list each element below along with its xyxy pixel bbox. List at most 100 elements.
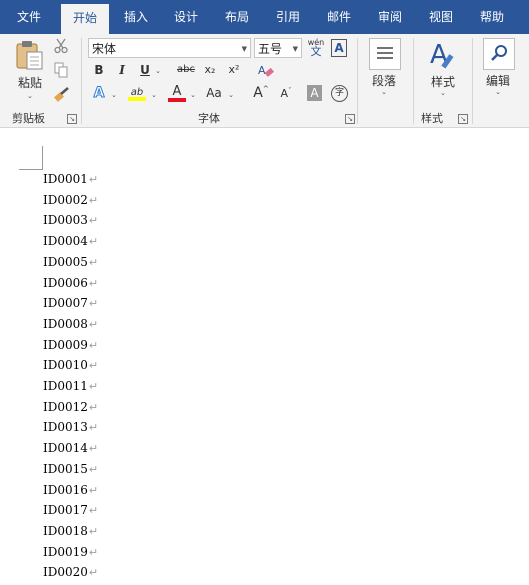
- chevron-down-icon[interactable]: ⌄: [189, 91, 197, 99]
- character-border-button[interactable]: A: [331, 39, 347, 57]
- chevron-down-icon[interactable]: ⌄: [110, 91, 118, 99]
- shrink-font-button[interactable]: Aˇ: [278, 87, 294, 100]
- tab-file[interactable]: 文件: [5, 0, 53, 34]
- document-line[interactable]: ID0001↵: [43, 172, 98, 192]
- superscript-button[interactable]: x²: [226, 63, 242, 76]
- change-case-button[interactable]: Aa: [204, 86, 224, 100]
- document-line[interactable]: ID0006↵: [43, 276, 98, 296]
- document-line[interactable]: ID0009↵: [43, 338, 98, 358]
- eraser-icon: A: [258, 64, 274, 77]
- line-text: ID0002: [43, 192, 88, 207]
- phonetic-guide-button[interactable]: wén 文: [306, 38, 326, 60]
- document-line[interactable]: ID0019↵: [43, 545, 98, 565]
- chevron-down-icon[interactable]: ⌄: [150, 91, 158, 99]
- line-text: ID0014: [43, 441, 88, 456]
- document-line[interactable]: ID0004↵: [43, 234, 98, 254]
- document-line[interactable]: ID0014↵: [43, 441, 98, 461]
- line-text: ID0017: [43, 503, 88, 518]
- line-text: ID0006: [43, 275, 88, 290]
- dialog-launcher-icon[interactable]: ↘: [67, 114, 77, 124]
- text-effects-button[interactable]: A: [91, 85, 107, 102]
- text-highlight-button[interactable]: ab: [128, 84, 146, 102]
- paragraph-mark-icon: ↵: [88, 255, 99, 269]
- dialog-launcher-icon[interactable]: ↘: [458, 114, 468, 124]
- editing-label[interactable]: 编辑: [478, 72, 518, 89]
- tab-layout[interactable]: 布局: [214, 0, 260, 34]
- clear-formatting-button[interactable]: A: [257, 62, 275, 80]
- character-shading-button[interactable]: A: [307, 85, 322, 101]
- grow-font-button[interactable]: A^: [253, 85, 269, 101]
- italic-button[interactable]: I: [115, 63, 129, 77]
- chevron-down-icon[interactable]: ⌄: [492, 88, 504, 96]
- document-line[interactable]: ID0017↵: [43, 503, 98, 523]
- underline-button[interactable]: U: [138, 63, 152, 77]
- copy-button[interactable]: [54, 62, 68, 78]
- tab-help[interactable]: 帮助: [469, 0, 515, 34]
- ribbon-home: 粘贴 ⌄ 剪贴板 ↘ 宋体 ▼ 五号 ▼ wén 文 A B I U ⌄ abc…: [0, 34, 529, 128]
- paragraph-mark-icon: ↵: [88, 400, 99, 414]
- paragraph-mark-icon: ↵: [88, 421, 99, 435]
- group-divider: [81, 38, 82, 124]
- document-line[interactable]: ID0013↵: [43, 420, 98, 440]
- chevron-down-icon[interactable]: ⌄: [24, 92, 36, 100]
- font-size-value: 五号: [258, 42, 283, 56]
- caret-down-icon: ˇ: [288, 87, 292, 95]
- paragraph-mark-icon: ↵: [88, 359, 99, 373]
- line-text: ID0001: [43, 172, 88, 186]
- tab-design[interactable]: 设计: [163, 0, 209, 34]
- document-line[interactable]: ID0015↵: [43, 462, 98, 482]
- styles-button[interactable]: A: [428, 39, 458, 71]
- paragraph-mark-icon: ↵: [88, 193, 99, 207]
- paragraph-button[interactable]: [369, 38, 401, 70]
- document-line[interactable]: ID0020↵: [43, 565, 98, 585]
- document-page[interactable]: ID0001↵ ID0002↵ ID0003↵ ID0004↵ ID0005↵ ID000…: [0, 128, 529, 585]
- chevron-down-icon[interactable]: ⌄: [437, 89, 449, 97]
- document-line[interactable]: ID0018↵: [43, 524, 98, 544]
- scissors-icon: [54, 38, 68, 54]
- document-line[interactable]: ID0003↵: [43, 213, 98, 233]
- chevron-down-icon: ▼: [292, 45, 298, 53]
- paragraph-label[interactable]: 段落: [364, 72, 404, 89]
- editing-button[interactable]: [483, 38, 515, 70]
- align-lines-icon: [377, 47, 393, 59]
- svg-text:A: A: [258, 64, 266, 77]
- font-name-box[interactable]: 宋体 ▼: [88, 38, 251, 58]
- grow-font-glyph: A: [253, 85, 263, 101]
- document-line[interactable]: ID0007↵: [43, 296, 98, 316]
- format-painter-button[interactable]: [54, 86, 70, 102]
- enclose-characters-button[interactable]: 字: [331, 85, 348, 102]
- document-line[interactable]: ID0010↵: [43, 358, 98, 378]
- tab-insert[interactable]: 插入: [113, 0, 159, 34]
- font-size-box[interactable]: 五号 ▼: [254, 38, 302, 58]
- paragraph-mark-icon: ↵: [88, 338, 99, 352]
- document-line[interactable]: ID0012↵: [43, 400, 98, 420]
- font-color-button[interactable]: A: [168, 84, 186, 102]
- tab-mailings[interactable]: 邮件: [316, 0, 362, 34]
- document-line[interactable]: ID0008↵: [43, 317, 98, 337]
- tab-view[interactable]: 视图: [418, 0, 464, 34]
- chevron-down-icon[interactable]: ⌄: [378, 88, 390, 96]
- paste-label[interactable]: 粘贴: [10, 74, 50, 91]
- phonetic-bottom: 文: [310, 45, 322, 58]
- chevron-down-icon[interactable]: ⌄: [227, 91, 235, 99]
- line-text: ID0019: [43, 544, 88, 559]
- cut-button[interactable]: [54, 38, 68, 54]
- subscript-button[interactable]: x₂: [202, 63, 218, 76]
- styles-label[interactable]: 样式: [423, 73, 463, 90]
- document-line[interactable]: ID0002↵: [43, 193, 98, 213]
- bold-button[interactable]: B: [92, 63, 106, 77]
- strikethrough-button[interactable]: abc: [175, 64, 197, 75]
- dialog-launcher-icon[interactable]: ↘: [345, 114, 355, 124]
- paragraph-mark-icon: ↵: [88, 380, 99, 393]
- tab-review[interactable]: 审阅: [367, 0, 413, 34]
- chevron-down-icon[interactable]: ⌄: [154, 67, 162, 75]
- document-line[interactable]: ID0011↵: [43, 379, 98, 399]
- paste-button[interactable]: [16, 40, 44, 70]
- group-divider: [472, 38, 473, 124]
- tab-references[interactable]: 引用: [265, 0, 311, 34]
- document-line[interactable]: ID0005↵: [43, 255, 98, 275]
- document-line[interactable]: ID0016↵: [43, 483, 98, 503]
- line-text: ID0007: [43, 296, 88, 311]
- font-color-glyph: A: [172, 84, 182, 99]
- tab-home[interactable]: 开始: [61, 4, 109, 34]
